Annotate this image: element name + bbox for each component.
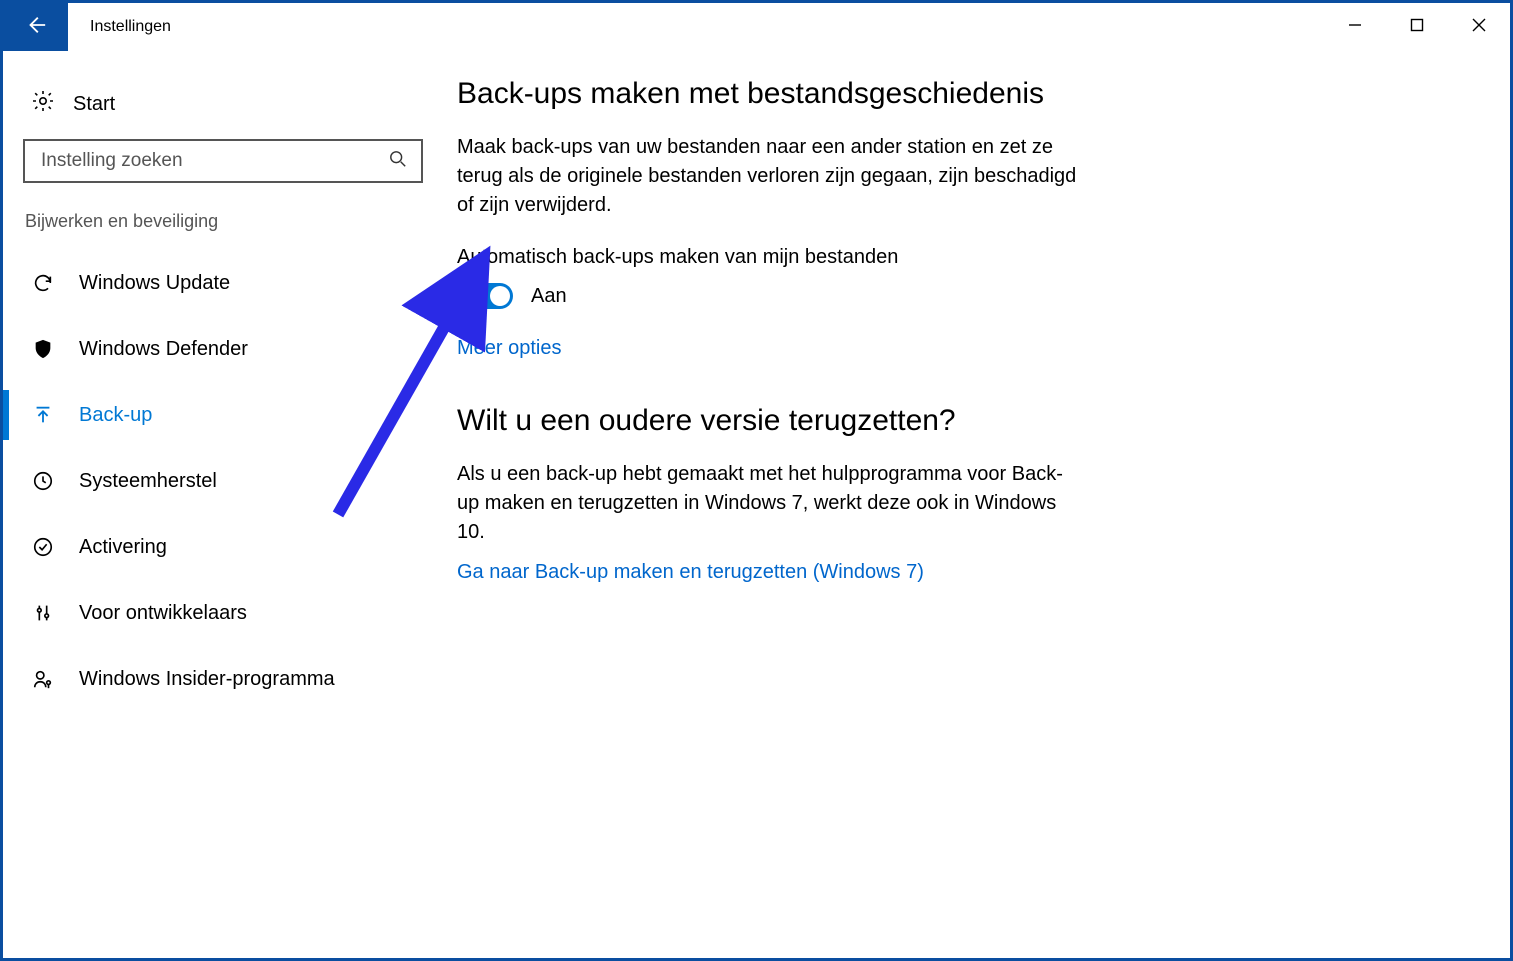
tools-icon <box>31 601 55 625</box>
search-icon <box>389 150 407 173</box>
sidebar-item-label: Windows Insider-programma <box>79 668 335 691</box>
user-key-icon <box>31 667 55 691</box>
back-button[interactable] <box>3 3 68 51</box>
restore-older-description: Als u een back-up hebt gemaakt met het h… <box>457 460 1077 547</box>
close-icon <box>1472 18 1486 37</box>
windows7-backup-link[interactable]: Ga naar Back-up maken en terugzetten (Wi… <box>457 561 924 584</box>
main-content: Back-ups maken met bestandsgeschiedenis … <box>443 51 1277 958</box>
maximize-button[interactable] <box>1386 3 1448 51</box>
arrow-left-icon <box>25 14 47 41</box>
auto-backup-label: Automatisch back-ups maken van mijn best… <box>457 246 1217 269</box>
more-options-link[interactable]: Meer opties <box>457 337 562 360</box>
heading-restore-older: Wilt u een oudere versie terugzetten? <box>457 404 1217 438</box>
window-title: Instellingen <box>90 18 171 36</box>
sidebar-item-label: Windows Update <box>79 272 230 295</box>
sidebar-item-start[interactable]: Start <box>23 85 423 139</box>
minimize-icon <box>1348 18 1362 37</box>
sidebar-item-recovery[interactable]: Systeemherstel <box>23 456 423 506</box>
minimize-button[interactable] <box>1324 3 1386 51</box>
auto-backup-toggle[interactable] <box>457 283 513 309</box>
sidebar-item-insider[interactable]: Windows Insider-programma <box>23 654 423 704</box>
window-controls <box>1324 3 1510 51</box>
close-button[interactable] <box>1448 3 1510 51</box>
sidebar-category-label: Bijwerken en beveiliging <box>25 211 423 232</box>
auto-backup-toggle-row: Aan <box>457 283 1217 309</box>
gear-icon <box>31 89 55 119</box>
sidebar: Start Bijwerken en beveiliging Wi <box>3 51 443 958</box>
heading-file-history: Back-ups maken met bestandsgeschiedenis <box>457 77 1217 111</box>
file-history-description: Maak back-ups van uw bestanden naar een … <box>457 133 1077 220</box>
sidebar-item-developers[interactable]: Voor ontwikkelaars <box>23 588 423 638</box>
titlebar: Instellingen <box>3 3 1510 51</box>
maximize-icon <box>1410 18 1424 37</box>
upload-arrow-icon <box>31 403 55 427</box>
sidebar-item-label: Activering <box>79 536 167 559</box>
toggle-knob <box>490 286 510 306</box>
sidebar-item-activation[interactable]: Activering <box>23 522 423 572</box>
history-icon <box>31 469 55 493</box>
refresh-icon <box>31 271 55 295</box>
sidebar-item-windows-defender[interactable]: Windows Defender <box>23 324 423 374</box>
sidebar-item-backup[interactable]: Back-up <box>23 390 423 440</box>
sidebar-start-label: Start <box>73 93 115 116</box>
search-input[interactable] <box>39 149 389 173</box>
sidebar-item-label: Back-up <box>79 404 152 427</box>
sidebar-item-windows-update[interactable]: Windows Update <box>23 258 423 308</box>
body: Start Bijwerken en beveiliging Wi <box>3 51 1510 958</box>
sidebar-item-label: Voor ontwikkelaars <box>79 602 247 625</box>
sidebar-item-label: Windows Defender <box>79 338 248 361</box>
search-input-container[interactable] <box>23 139 423 183</box>
check-circle-icon <box>31 535 55 559</box>
shield-icon <box>31 337 55 361</box>
toggle-state-label: Aan <box>531 285 567 308</box>
settings-window: Instellingen <box>0 0 1513 961</box>
sidebar-item-label: Systeemherstel <box>79 470 217 493</box>
